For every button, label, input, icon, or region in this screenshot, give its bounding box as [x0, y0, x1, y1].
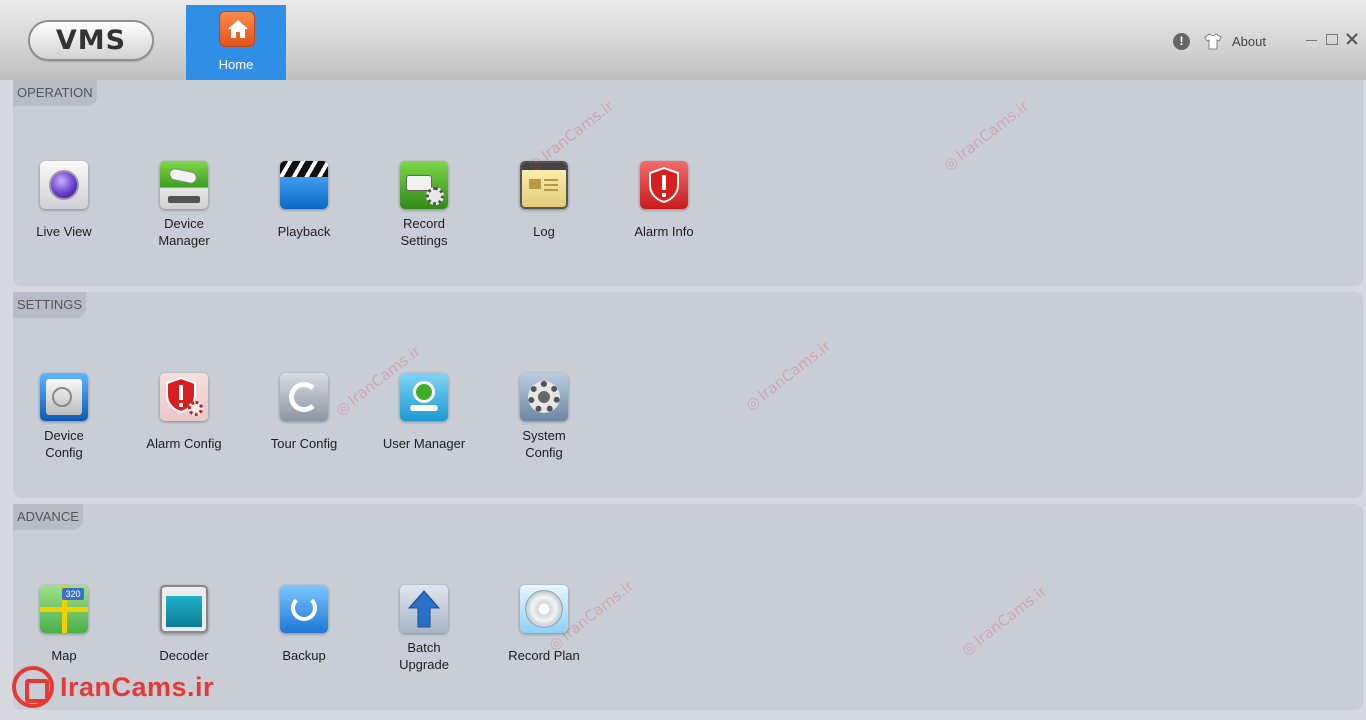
decoder-label: Decoder	[159, 648, 209, 663]
title-bar: VMS Home ! About	[0, 0, 1366, 80]
about-button[interactable]: About	[1232, 34, 1266, 49]
device-config-icon	[40, 373, 88, 421]
system-config-icon	[520, 373, 568, 421]
record-plan-icon	[520, 585, 568, 633]
alarm-config-icon	[160, 373, 208, 421]
app-logo-text: VMS	[55, 25, 127, 56]
close-button[interactable]	[1345, 30, 1361, 46]
brand-watermark: IranCams.ir	[12, 666, 214, 708]
record-settings-label: Record Settings	[400, 216, 448, 248]
backup-button[interactable]: Backup	[249, 585, 359, 664]
map-label: Map	[51, 648, 77, 663]
record-plan-label: Record Plan	[508, 648, 580, 663]
device-config-button[interactable]: Device Config	[9, 373, 119, 461]
record-settings-icon	[400, 161, 448, 209]
log-button[interactable]: Log	[489, 161, 599, 240]
minimize-button[interactable]	[1304, 30, 1320, 46]
live-view-button[interactable]: Live View	[9, 161, 119, 240]
device-manager-icon	[160, 161, 208, 209]
alarm-config-label: Alarm Config	[146, 436, 222, 451]
log-label: Log	[533, 224, 555, 239]
brand-text: IranCams.ir	[60, 671, 215, 702]
section-label-advance: ADVANCE	[13, 504, 83, 530]
system-config-button[interactable]: System Config	[489, 373, 599, 461]
tab-home-label: Home	[218, 57, 254, 72]
user-manager-label: User Manager	[382, 436, 466, 451]
device-manager-button[interactable]: Device Manager	[129, 161, 239, 249]
operation-panel: OPERATION Live View Device Manager Playb…	[13, 80, 1363, 286]
info-icon[interactable]: !	[1173, 33, 1190, 50]
skin-icon[interactable]	[1204, 33, 1222, 50]
batch-upgrade-label: Batch Upgrade	[399, 640, 449, 672]
section-label-settings: SETTINGS	[13, 292, 87, 318]
batch-upgrade-button[interactable]: Batch Upgrade	[369, 585, 479, 673]
app-logo: VMS	[28, 20, 154, 61]
user-manager-icon	[400, 373, 448, 421]
tour-config-icon	[280, 373, 328, 421]
playback-icon	[280, 161, 328, 209]
decoder-icon	[160, 585, 208, 633]
tour-config-label: Tour Config	[270, 436, 338, 451]
system-config-label: System Config	[522, 428, 566, 460]
tab-home[interactable]: Home	[186, 5, 286, 80]
batch-upgrade-icon	[400, 585, 448, 633]
alarm-info-button[interactable]: Alarm Info	[609, 161, 719, 240]
device-config-label: Device Config	[44, 428, 84, 460]
alarm-info-icon	[640, 161, 688, 209]
live-view-label: Live View	[36, 224, 92, 239]
brand-logo-icon	[12, 666, 54, 708]
device-manager-label: Device Manager	[158, 216, 210, 248]
alarm-info-label: Alarm Info	[634, 224, 694, 239]
backup-label: Backup	[282, 648, 326, 663]
map-icon: 320	[40, 585, 88, 633]
map-badge: 320	[62, 588, 84, 600]
record-settings-button[interactable]: Record Settings	[369, 161, 479, 249]
section-label-operation: OPERATION	[13, 80, 97, 106]
live-view-icon	[40, 161, 88, 209]
alarm-config-button[interactable]: Alarm Config	[129, 373, 239, 452]
advance-panel: ADVANCE 320 Map Decoder Backup Batch Upg…	[13, 504, 1363, 710]
decoder-button[interactable]: Decoder	[129, 585, 239, 664]
maximize-button[interactable]	[1325, 30, 1341, 46]
playback-button[interactable]: Playback	[249, 161, 359, 240]
home-icon	[219, 11, 255, 47]
log-icon	[520, 161, 568, 209]
backup-icon	[280, 585, 328, 633]
settings-panel: SETTINGS Device Config Alarm Config Tour…	[13, 292, 1363, 498]
playback-label: Playback	[277, 224, 331, 239]
map-button[interactable]: 320 Map	[9, 585, 119, 664]
